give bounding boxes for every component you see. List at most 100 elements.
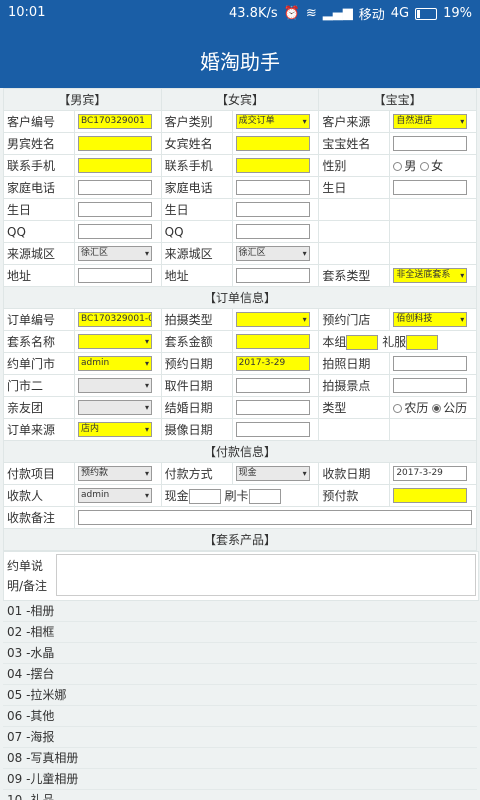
cash-field[interactable] — [188, 489, 221, 504]
gender-label: 性别 — [318, 154, 391, 177]
dress-field[interactable] — [406, 335, 439, 350]
groom-qq-label: QQ — [3, 220, 75, 243]
alarm-icon: ⏰ — [283, 6, 300, 21]
shoot-type-select[interactable] — [235, 312, 310, 327]
groom-header: 【男宾】 — [3, 88, 162, 111]
package-name-select[interactable] — [78, 334, 152, 349]
wedding-date-field[interactable] — [235, 400, 310, 415]
bride-address-field[interactable] — [235, 268, 310, 283]
pay-item-label: 付款项目 — [3, 462, 75, 485]
product-item[interactable]: 02 -相框 — [3, 622, 477, 643]
signal-icon: ▂▄▆ — [322, 6, 353, 21]
order-note-row: 约单说明/备注 — [3, 551, 479, 601]
groom-phone-label: 联系手机 — [3, 154, 75, 177]
lunar-radio[interactable] — [393, 404, 403, 413]
package-amount-field[interactable] — [235, 334, 310, 349]
order-source-select[interactable]: 店内 — [78, 422, 152, 437]
card-field[interactable] — [248, 489, 281, 504]
payee-label: 收款人 — [3, 484, 75, 507]
order-store-select[interactable]: admin — [78, 356, 152, 371]
video-date-label: 摄像日期 — [160, 418, 233, 441]
store-select[interactable]: 佰创科技 — [393, 312, 468, 327]
product-item[interactable]: 09 -儿童相册 — [3, 769, 477, 790]
order-note-textarea[interactable] — [56, 554, 476, 596]
groom-district-label: 来源城区 — [3, 242, 75, 265]
groom-home-phone-label: 家庭电话 — [3, 176, 75, 199]
store-label: 预约门店 — [318, 308, 391, 331]
video-date-field[interactable] — [235, 422, 310, 437]
location-label: 拍摄景点 — [318, 374, 391, 397]
bride-district-select[interactable]: 徐汇区 — [235, 246, 310, 261]
order-section-title: 【订单信息】 — [3, 286, 477, 309]
bride-qq-label: QQ — [160, 220, 233, 243]
pickup-date-field[interactable] — [235, 378, 310, 393]
bride-qq-field[interactable] — [235, 224, 310, 239]
payment-section-title: 【付款信息】 — [3, 440, 477, 463]
pay-note-field[interactable] — [78, 510, 472, 525]
groom-address-field[interactable] — [78, 268, 152, 283]
cash-label: 现金 — [164, 489, 189, 503]
product-item[interactable]: 05 -拉米娜 — [3, 685, 477, 706]
card-label: 刷卡 — [224, 489, 249, 503]
customer-source-label: 客户来源 — [318, 110, 391, 133]
pickup-date-label: 取件日期 — [160, 374, 233, 397]
order-no-label: 订单编号 — [3, 308, 75, 331]
groom-qq-field[interactable] — [78, 224, 152, 239]
product-item[interactable]: 01 -相册 — [3, 601, 477, 622]
package-type-select[interactable]: 非全送底套系 — [393, 268, 468, 283]
customer-no-label: 客户编号 — [3, 110, 75, 133]
location-field[interactable] — [393, 378, 468, 393]
female-radio[interactable] — [420, 162, 430, 171]
product-item[interactable]: 07 -海报 — [3, 727, 477, 748]
product-item[interactable]: 08 -写真相册 — [3, 748, 477, 769]
groom-home-phone-field[interactable] — [78, 180, 152, 195]
battery-icon — [415, 7, 438, 20]
baby-birthday-field[interactable] — [393, 180, 468, 195]
customer-no-field[interactable]: BC170329001 — [78, 114, 152, 129]
bride-header: 【女宾】 — [160, 88, 320, 111]
groom-birthday-field[interactable] — [78, 202, 152, 217]
status-bar: 10:01 43.8K/s ⏰ ≋ ▂▄▆ 移动 4G 19% — [0, 0, 480, 26]
relatives-label: 亲友团 — [3, 396, 75, 419]
wedding-date-label: 结婚日期 — [160, 396, 233, 419]
product-item[interactable]: 04 -摆台 — [3, 664, 477, 685]
battery-level: 19% — [443, 6, 472, 21]
status-time: 10:01 — [8, 5, 46, 20]
order-no-field[interactable]: BC170329001-01 — [78, 312, 152, 327]
order-note-label: 约单说明/备注 — [7, 559, 48, 593]
prepay-field[interactable] — [393, 488, 468, 503]
shoot-date-field[interactable] — [393, 356, 468, 371]
dress-label: 礼服 — [382, 335, 407, 349]
pay-method-select[interactable]: 现金 — [235, 466, 310, 481]
bride-name-label: 女宾姓名 — [160, 132, 233, 155]
customer-type-select[interactable]: 成交订单 — [235, 114, 310, 129]
form-content[interactable]: 【男宾】 【女宾】 【宝宝】 客户编号 BC170329001 客户类别 成交订… — [0, 88, 480, 800]
bride-home-phone-field[interactable] — [235, 180, 310, 195]
solar-radio[interactable] — [432, 404, 442, 413]
customer-source-select[interactable]: 自然进店 — [393, 114, 468, 129]
product-item[interactable]: 03 -水晶 — [3, 643, 477, 664]
product-item[interactable]: 06 -其他 — [3, 706, 477, 727]
groom-name-field[interactable] — [78, 136, 152, 151]
product-list: 01 -相册 02 -相框 03 -水晶 04 -摆台 05 -拉米娜 06 -… — [3, 601, 477, 800]
payee-select[interactable]: admin — [78, 488, 152, 503]
product-item[interactable]: 10 -礼品 — [3, 790, 477, 800]
groom-name-label: 男宾姓名 — [3, 132, 75, 155]
baby-name-field[interactable] — [393, 136, 468, 151]
bride-phone-field[interactable] — [235, 158, 310, 173]
carrier: 移动 — [358, 8, 385, 23]
group-field[interactable] — [346, 335, 379, 350]
male-radio[interactable] — [393, 162, 403, 171]
groom-district-select[interactable]: 徐汇区 — [78, 246, 152, 261]
groom-phone-field[interactable] — [78, 158, 152, 173]
relatives-select[interactable] — [78, 400, 152, 415]
bride-name-field[interactable] — [235, 136, 310, 151]
store2-select[interactable] — [78, 378, 152, 393]
appt-date-field[interactable]: 2017-3-29 — [235, 356, 310, 371]
network-speed: 43.8K/s — [229, 6, 278, 21]
shoot-date-label: 拍照日期 — [318, 352, 391, 375]
pay-item-select[interactable]: 预约款 — [78, 466, 152, 481]
bride-birthday-field[interactable] — [235, 202, 310, 217]
solar-label: 公历 — [443, 401, 468, 415]
pay-date-field[interactable]: 2017-3-29 — [393, 466, 468, 481]
